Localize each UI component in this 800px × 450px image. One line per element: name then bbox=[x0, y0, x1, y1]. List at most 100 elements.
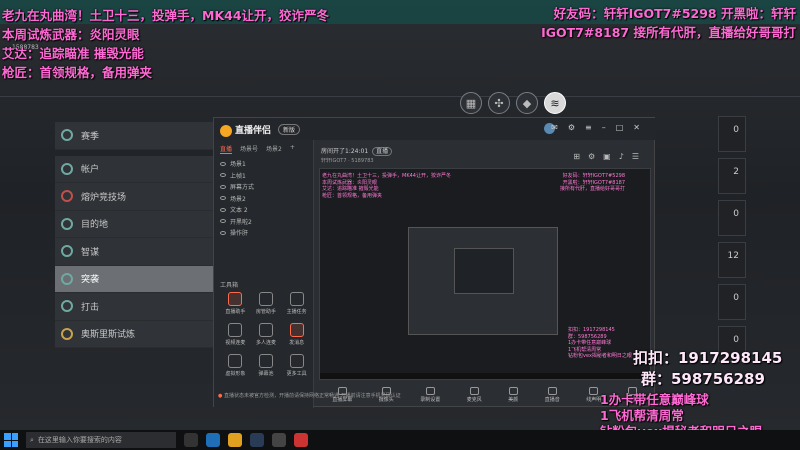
tool-more[interactable]: 更多工具 bbox=[281, 354, 312, 377]
record-button[interactable]: 录制设置 bbox=[420, 387, 440, 403]
window-controls[interactable]: ✉⚙≡–□✕ bbox=[551, 123, 650, 132]
video-icon bbox=[228, 323, 243, 337]
streaming-app-window: 直播伴侣 新版 ✉⚙≡–□✕ 直播 场景号 场景2 + 场景1 上帧1 屏幕方式… bbox=[213, 117, 656, 408]
tool-multi-link[interactable]: 多人连麦 bbox=[251, 323, 282, 346]
app-footer: ● 直播状态未被官方检测，开播前请保持网络正常畅通 开播前请注意手机号码认证 bbox=[218, 393, 401, 399]
scene-tabs: 直播 场景号 场景2 + bbox=[214, 140, 313, 158]
tab-live[interactable]: 直播 bbox=[220, 144, 233, 154]
declare-button[interactable]: 线声明 bbox=[586, 387, 601, 403]
scene-item[interactable]: 屏幕方式 bbox=[214, 181, 313, 193]
declare-icon bbox=[589, 387, 599, 395]
preview-overlay-left: 老九在丸曲湾！土卫十三，投弹手，MK44让开，狡诈严冬 本周试炼武器：炎阳灵眼 艾达… bbox=[322, 173, 451, 199]
scene-item[interactable]: 操作肝 bbox=[214, 227, 313, 239]
streaming-app-icon[interactable] bbox=[294, 433, 308, 447]
overlay-right-text: 好友码：轩轩IGOT7#5298 开黑啦：轩轩IGOT7#8187 接所有代肝，… bbox=[541, 6, 796, 40]
vanguard-icon[interactable]: ≋ bbox=[544, 92, 566, 114]
tools-title: 工具箱 bbox=[220, 282, 239, 289]
menu-item-crucible[interactable]: 熔炉竞技场 bbox=[55, 183, 215, 211]
mic-button[interactable]: 麦克风 bbox=[467, 387, 482, 403]
group-icon bbox=[258, 323, 273, 337]
eye-icon[interactable] bbox=[220, 173, 226, 178]
scene-item[interactable]: 开黑啦2 bbox=[214, 216, 313, 228]
right-panel[interactable]: 2 bbox=[718, 158, 746, 194]
scene-item[interactable]: 场景1 bbox=[214, 158, 313, 170]
beauty-button[interactable]: 美颜 bbox=[508, 387, 518, 403]
menu-item-season[interactable]: 赛季 bbox=[55, 122, 215, 150]
more-icon bbox=[289, 354, 304, 368]
beauty-icon bbox=[508, 387, 518, 395]
tool-video-link[interactable]: 视频连麦 bbox=[220, 323, 251, 346]
right-panel[interactable]: 0 bbox=[718, 284, 746, 320]
tab-scene-2[interactable]: 场景2 bbox=[266, 144, 282, 154]
tool-room-manager[interactable]: 房管助手 bbox=[251, 292, 282, 315]
preview-toolbar[interactable]: ⊞⚙▣♪☰ bbox=[573, 152, 647, 161]
tool-avatar[interactable]: 虚拟形象 bbox=[220, 354, 251, 377]
room-tag[interactable]: 直播 bbox=[372, 147, 393, 156]
crucible-icon bbox=[61, 190, 73, 203]
overlay-left-text: 老九在丸曲湾！土卫十三，投弹手，MK44让开，狡诈严冬 本周试炼武器：炎阳灵眼 … bbox=[2, 8, 330, 80]
nested-preview bbox=[408, 227, 558, 335]
eye-icon[interactable] bbox=[220, 196, 226, 201]
menu-item-raid[interactable]: 突袭 bbox=[55, 265, 215, 293]
eye-icon[interactable] bbox=[220, 207, 226, 212]
app-logo: 直播伴侣 bbox=[220, 123, 271, 137]
audio-button[interactable]: 直播音 bbox=[545, 387, 560, 403]
add-scene-button[interactable]: + bbox=[290, 144, 295, 154]
tool-danmaku[interactable]: 弹幕池 bbox=[251, 354, 282, 377]
assistant-icon bbox=[228, 292, 243, 306]
eye-icon[interactable] bbox=[220, 230, 226, 235]
scene-item[interactable]: 场景2 bbox=[214, 193, 313, 205]
edge-icon[interactable] bbox=[206, 433, 220, 447]
menu-item-trials[interactable]: 奥斯里斯试炼 bbox=[55, 320, 215, 348]
speaker-icon bbox=[547, 387, 557, 395]
diamond-icon[interactable]: ◆ bbox=[516, 92, 538, 114]
tool-message[interactable]: 发消息 bbox=[281, 323, 312, 346]
app-titlebar: 直播伴侣 新版 ✉⚙≡–□✕ bbox=[214, 118, 656, 140]
mic-icon bbox=[469, 387, 479, 395]
message-icon bbox=[289, 323, 304, 337]
raid-icon bbox=[61, 272, 73, 285]
scene-item[interactable]: 文本 2 bbox=[214, 204, 313, 216]
task-icon bbox=[289, 292, 304, 306]
windows-start-icon[interactable] bbox=[4, 433, 18, 447]
search-icon: ⌕ bbox=[30, 435, 34, 444]
menu-item-strike[interactable]: 打击 bbox=[55, 293, 215, 321]
nested-preview-inner bbox=[454, 248, 514, 294]
divider bbox=[0, 96, 800, 97]
scene-item[interactable]: 上帧1 bbox=[214, 170, 313, 182]
tab-scene-number[interactable]: 场景号 bbox=[240, 144, 258, 154]
menu-item-destination[interactable]: 目的地 bbox=[55, 210, 215, 238]
avatar-icon bbox=[228, 354, 243, 368]
right-panel[interactable]: 0 bbox=[718, 116, 746, 152]
version-badge[interactable]: 新版 bbox=[278, 124, 301, 135]
task-view-icon[interactable] bbox=[184, 433, 198, 447]
season-icon bbox=[61, 129, 73, 142]
scene-sidebar: 直播 场景号 场景2 + 场景1 上帧1 屏幕方式 场景2 文本 2 开黑啦2 … bbox=[214, 140, 314, 408]
room-status: 房间开了1:24:01 直播 bbox=[321, 146, 393, 156]
folder-icon[interactable] bbox=[228, 433, 242, 447]
steam-icon[interactable] bbox=[250, 433, 264, 447]
grid-icon[interactable]: ▦ bbox=[460, 92, 482, 114]
gambit-icon bbox=[61, 245, 73, 258]
menu-item-account[interactable]: 帐户 bbox=[55, 155, 215, 183]
game-app-icon[interactable] bbox=[272, 433, 286, 447]
destination-icon bbox=[61, 217, 73, 230]
eye-icon[interactable] bbox=[220, 219, 226, 224]
windows-taskbar: ⌕ 在这里输入你要搜索的内容 bbox=[0, 430, 800, 450]
right-panel[interactable]: 0 bbox=[718, 200, 746, 236]
tools-grid: 直播助手 房管助手 主播任务 视频连麦 多人连麦 发消息 虚拟形象 弹幕池 更多… bbox=[220, 292, 312, 377]
logo-icon bbox=[220, 124, 232, 137]
menu-item-gambit[interactable]: 智谋 bbox=[55, 238, 215, 266]
game-menu: 赛季 帐户 熔炉竞技场 目的地 智谋 突袭 打击 奥斯里斯试炼 bbox=[55, 122, 215, 348]
map-icon[interactable]: ✣ bbox=[488, 92, 510, 114]
preview-overlay-contact: 扣扣：1917298145 群：598756289 1办卡带任意巅峰球 1飞机帮清周常… bbox=[568, 327, 632, 359]
taskbar-search-input[interactable]: ⌕ 在这里输入你要搜索的内容 bbox=[26, 432, 176, 448]
tool-live-assistant[interactable]: 直播助手 bbox=[220, 292, 251, 315]
right-panel[interactable]: 12 bbox=[718, 242, 746, 278]
eye-icon[interactable] bbox=[220, 161, 226, 166]
tool-tasks[interactable]: 主播任务 bbox=[281, 292, 312, 315]
eye-icon[interactable] bbox=[220, 184, 226, 189]
preview-overlay-right: 好友码：轩轩IGOT7#5298 开黑啦：轩轩IGOT7#8187 接所有代肝，直播… bbox=[560, 173, 626, 192]
room-id: 轩轩IGOT7 · 5189783 bbox=[321, 158, 374, 164]
trials-icon bbox=[61, 327, 73, 340]
